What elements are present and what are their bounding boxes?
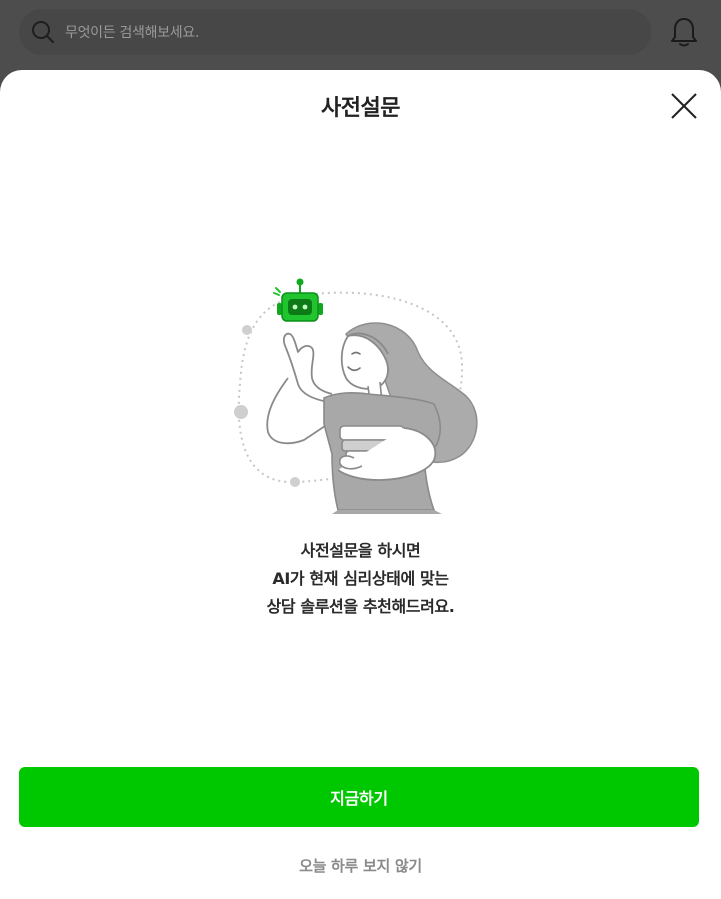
close-icon[interactable] — [668, 90, 700, 122]
description-line-3: 상담 솔루션을 추천해드려요. — [266, 597, 455, 616]
start-now-button[interactable]: 지금하기 — [19, 767, 699, 827]
survey-modal: 사전설문 사전설문을 하시면 AI가 현재 심리상태에 맞는 상담 솔루션을 추… — [0, 70, 721, 899]
top-bar: 무엇이든 검색해보세요. — [0, 0, 721, 70]
robot-icon — [273, 278, 323, 322]
description-line-1: 사전설문을 하시면 — [300, 541, 421, 560]
survey-description: 사전설문을 하시면 AI가 현재 심리상태에 맞는 상담 솔루션을 추천해드려요… — [0, 537, 721, 621]
robot-woman-illustration — [234, 278, 478, 514]
bell-icon[interactable] — [670, 16, 698, 48]
search-icon — [32, 21, 54, 43]
modal-title: 사전설문 — [321, 96, 400, 121]
description-line-2: AI가 현재 심리상태에 맞는 — [272, 569, 449, 588]
search-placeholder: 무엇이든 검색해보세요. — [65, 25, 200, 41]
dont-show-today-link[interactable]: 오늘 하루 보지 않기 — [0, 855, 721, 876]
search-input[interactable]: 무엇이든 검색해보세요. — [19, 9, 651, 55]
